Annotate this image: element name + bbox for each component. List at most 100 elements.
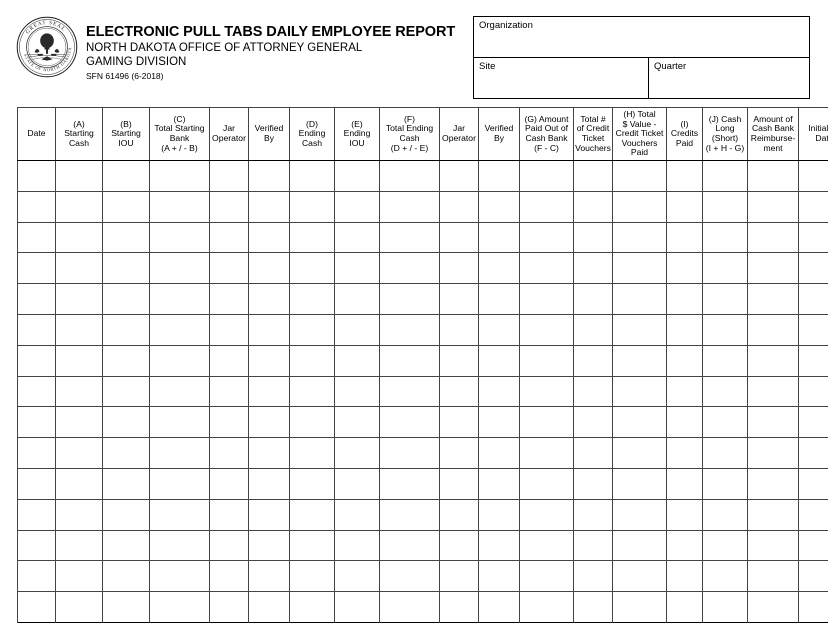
table-cell[interactable]	[519, 313, 574, 346]
table-cell[interactable]	[573, 375, 613, 408]
table-cell[interactable]	[798, 467, 828, 500]
table-cell[interactable]	[666, 591, 703, 623]
table-cell[interactable]	[439, 406, 479, 439]
table-cell[interactable]	[102, 560, 150, 593]
table-cell[interactable]	[666, 498, 703, 531]
table-cell[interactable]	[248, 560, 290, 593]
table-cell[interactable]	[439, 467, 479, 500]
table-cell[interactable]	[798, 591, 828, 623]
table-cell[interactable]	[55, 375, 103, 408]
table-cell[interactable]	[17, 560, 56, 593]
table-cell[interactable]	[334, 313, 380, 346]
table-cell[interactable]	[612, 498, 667, 531]
table-cell[interactable]	[612, 437, 667, 469]
table-cell[interactable]	[289, 560, 335, 593]
table-cell[interactable]	[478, 437, 520, 469]
table-cell[interactable]	[102, 375, 150, 408]
table-cell[interactable]	[798, 221, 828, 254]
table-cell[interactable]	[478, 252, 520, 285]
table-cell[interactable]	[289, 160, 335, 192]
table-cell[interactable]	[573, 560, 613, 593]
table-cell[interactable]	[573, 467, 613, 500]
table-cell[interactable]	[55, 529, 103, 562]
table-cell[interactable]	[17, 498, 56, 531]
table-cell[interactable]	[17, 252, 56, 285]
table-cell[interactable]	[102, 498, 150, 531]
table-cell[interactable]	[478, 283, 520, 315]
site-field[interactable]: Site	[474, 58, 649, 98]
table-cell[interactable]	[519, 406, 574, 439]
table-cell[interactable]	[612, 529, 667, 562]
table-cell[interactable]	[573, 344, 613, 377]
table-cell[interactable]	[573, 190, 613, 223]
table-cell[interactable]	[573, 252, 613, 285]
table-cell[interactable]	[379, 313, 440, 346]
table-cell[interactable]	[379, 252, 440, 285]
table-cell[interactable]	[102, 283, 150, 315]
table-cell[interactable]	[573, 160, 613, 192]
table-cell[interactable]	[334, 498, 380, 531]
table-cell[interactable]	[17, 375, 56, 408]
table-cell[interactable]	[149, 375, 210, 408]
table-cell[interactable]	[209, 160, 249, 192]
table-cell[interactable]	[334, 437, 380, 469]
table-cell[interactable]	[379, 160, 440, 192]
table-cell[interactable]	[334, 467, 380, 500]
table-cell[interactable]	[747, 160, 799, 192]
table-cell[interactable]	[666, 406, 703, 439]
table-cell[interactable]	[478, 467, 520, 500]
table-cell[interactable]	[519, 252, 574, 285]
table-cell[interactable]	[289, 591, 335, 623]
table-cell[interactable]	[702, 375, 748, 408]
table-cell[interactable]	[478, 591, 520, 623]
table-cell[interactable]	[702, 190, 748, 223]
table-cell[interactable]	[55, 591, 103, 623]
table-cell[interactable]	[798, 406, 828, 439]
table-cell[interactable]	[747, 467, 799, 500]
table-cell[interactable]	[519, 221, 574, 254]
table-cell[interactable]	[334, 160, 380, 192]
table-cell[interactable]	[612, 190, 667, 223]
table-cell[interactable]	[666, 190, 703, 223]
table-cell[interactable]	[747, 283, 799, 315]
table-cell[interactable]	[612, 467, 667, 500]
table-cell[interactable]	[747, 313, 799, 346]
table-cell[interactable]	[149, 498, 210, 531]
table-cell[interactable]	[439, 190, 479, 223]
table-cell[interactable]	[289, 375, 335, 408]
table-cell[interactable]	[702, 529, 748, 562]
table-cell[interactable]	[747, 344, 799, 377]
table-cell[interactable]	[612, 406, 667, 439]
table-cell[interactable]	[248, 313, 290, 346]
table-cell[interactable]	[666, 252, 703, 285]
table-cell[interactable]	[102, 190, 150, 223]
table-cell[interactable]	[379, 375, 440, 408]
table-cell[interactable]	[55, 252, 103, 285]
table-cell[interactable]	[289, 498, 335, 531]
table-cell[interactable]	[248, 283, 290, 315]
table-cell[interactable]	[334, 406, 380, 439]
table-cell[interactable]	[747, 437, 799, 469]
table-cell[interactable]	[102, 221, 150, 254]
table-cell[interactable]	[149, 591, 210, 623]
table-cell[interactable]	[334, 591, 380, 623]
table-cell[interactable]	[149, 313, 210, 346]
table-cell[interactable]	[102, 313, 150, 346]
table-cell[interactable]	[478, 344, 520, 377]
table-cell[interactable]	[209, 252, 249, 285]
table-cell[interactable]	[289, 252, 335, 285]
table-cell[interactable]	[55, 344, 103, 377]
table-cell[interactable]	[149, 437, 210, 469]
table-cell[interactable]	[702, 252, 748, 285]
table-cell[interactable]	[55, 560, 103, 593]
table-cell[interactable]	[478, 406, 520, 439]
table-cell[interactable]	[289, 221, 335, 254]
table-cell[interactable]	[612, 283, 667, 315]
table-cell[interactable]	[478, 529, 520, 562]
table-cell[interactable]	[17, 313, 56, 346]
table-cell[interactable]	[478, 221, 520, 254]
table-cell[interactable]	[702, 160, 748, 192]
table-cell[interactable]	[666, 160, 703, 192]
table-cell[interactable]	[209, 467, 249, 500]
table-cell[interactable]	[439, 591, 479, 623]
